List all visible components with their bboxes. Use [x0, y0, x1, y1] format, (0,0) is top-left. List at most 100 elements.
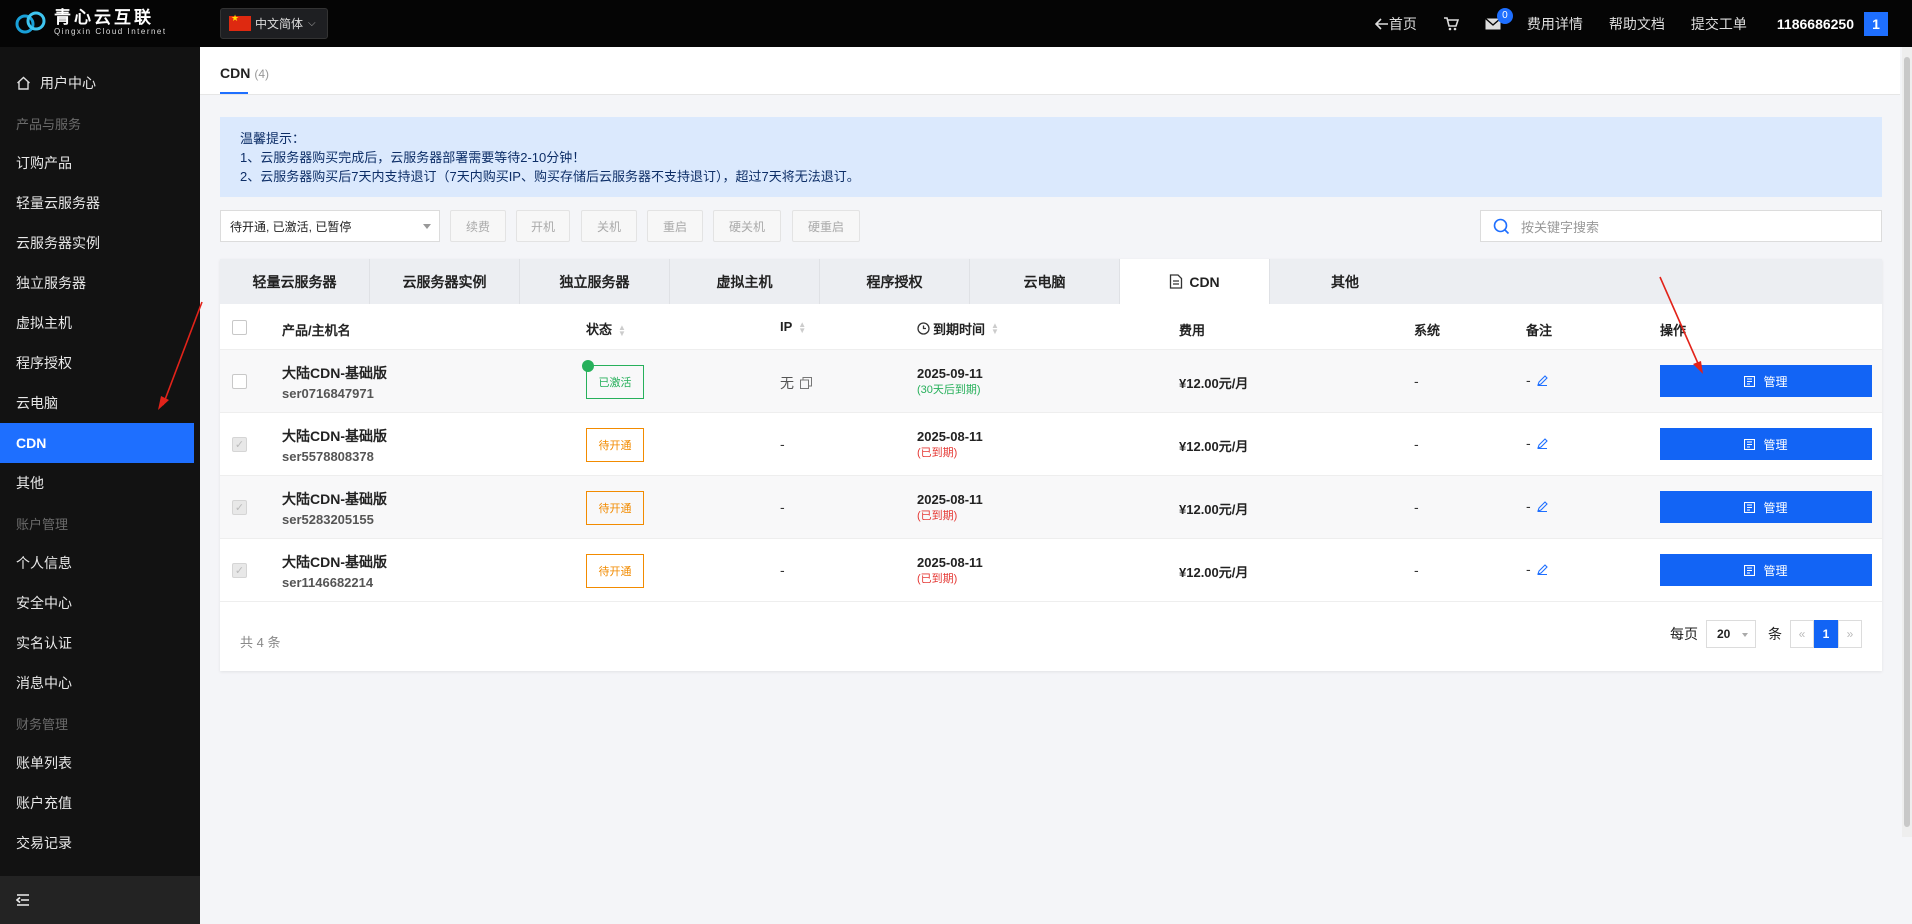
edit-icon[interactable]: [1536, 437, 1548, 449]
sidebar-item-transactions[interactable]: 交易记录: [0, 823, 200, 863]
logo[interactable]: 青心云互联 Qingxin Cloud Internet: [14, 8, 167, 38]
sidebar-item-user-center[interactable]: 用户中心: [0, 63, 200, 103]
submit-ticket-link[interactable]: 提交工单: [1691, 14, 1747, 34]
messages-button[interactable]: 0: [1484, 7, 1513, 30]
page-scrollbar[interactable]: [1902, 47, 1912, 837]
tab-cdn-category-label: CDN: [1189, 273, 1220, 290]
tab-cloud-pc[interactable]: 云电脑: [970, 259, 1120, 304]
prev-page-button[interactable]: «: [1790, 620, 1814, 648]
sidebar-item-license[interactable]: 程序授权: [0, 343, 200, 383]
sidebar-item-verification[interactable]: 实名认证: [0, 623, 200, 663]
tab-cloud-instance[interactable]: 云服务器实例: [370, 259, 520, 304]
home-link[interactable]: 首页: [1374, 14, 1417, 34]
column-system: 系统: [1414, 323, 1441, 338]
language-selector[interactable]: 中文简体 ⌵: [220, 8, 328, 39]
per-page-label: 每页: [1670, 626, 1698, 642]
per-page-select[interactable]: 20: [1706, 620, 1756, 648]
power-on-button[interactable]: 开机: [516, 210, 570, 242]
edit-icon[interactable]: [1536, 563, 1548, 575]
tab-dedicated-server[interactable]: 独立服务器: [520, 259, 670, 304]
table-row: 大陆CDN-基础版 ser5283205155 待开通 - 2025-08-11…: [220, 476, 1882, 539]
system-value: -: [1414, 373, 1419, 389]
row-checkbox[interactable]: [232, 500, 247, 515]
manage-button[interactable]: 管理: [1660, 365, 1872, 397]
notice-title: 温馨提示：: [240, 131, 306, 146]
hard-off-button[interactable]: 硬关机: [713, 210, 781, 242]
row-checkbox[interactable]: [232, 563, 247, 578]
sidebar-item-other[interactable]: 其他: [0, 463, 200, 503]
edit-icon[interactable]: [1536, 500, 1548, 512]
sidebar-item-profile[interactable]: 个人信息: [0, 543, 200, 583]
sidebar-item-cloud-instance[interactable]: 云服务器实例: [0, 223, 200, 263]
product-name[interactable]: 大陆CDN-基础版: [282, 489, 387, 509]
sidebar-item-virtual-host[interactable]: 虚拟主机: [0, 303, 200, 343]
renew-button[interactable]: 续费: [450, 210, 506, 242]
sort-icon: ▲ ▼: [991, 320, 999, 336]
next-page-button[interactable]: »: [1838, 620, 1862, 648]
search-input[interactable]: 按关键字搜索: [1480, 210, 1882, 242]
status-filter-value: 待开通, 已激活, 已暂停: [230, 219, 352, 234]
sidebar-item-recharge[interactable]: 账户充值: [0, 783, 200, 823]
fee-detail-link[interactable]: 费用详情: [1527, 14, 1583, 34]
select-all-checkbox[interactable]: [232, 320, 247, 335]
manage-button[interactable]: 管理: [1660, 428, 1872, 460]
category-tabs: 轻量云服务器 云服务器实例 独立服务器 虚拟主机 程序授权 云电脑 CDN 其他: [220, 259, 1882, 304]
column-status[interactable]: 状态 ▲ ▼: [586, 319, 626, 338]
page-number-button[interactable]: 1: [1814, 620, 1838, 648]
cart-icon: [1443, 16, 1459, 31]
sidebar-item-messages[interactable]: 消息中心: [0, 663, 200, 703]
host-name: ser0716847971: [282, 386, 374, 401]
help-docs-link[interactable]: 帮助文档: [1609, 14, 1665, 34]
sidebar-item-security[interactable]: 安全中心: [0, 583, 200, 623]
total-count: 共 4 条: [240, 635, 281, 650]
manage-button[interactable]: 管理: [1660, 491, 1872, 523]
manage-button-label: 管理: [1763, 500, 1788, 515]
remark-value: -: [1526, 435, 1531, 451]
user-avatar[interactable]: 1: [1864, 11, 1888, 36]
sidebar-item-order[interactable]: 订购产品: [0, 143, 200, 183]
tab-license[interactable]: 程序授权: [820, 259, 970, 304]
tab-other[interactable]: 其他: [1270, 259, 1420, 304]
system-value: -: [1414, 562, 1419, 578]
manage-button-label: 管理: [1763, 563, 1788, 578]
column-expire-label: 到期时间: [933, 322, 986, 337]
sidebar-item-bills[interactable]: 账单列表: [0, 743, 200, 783]
expire-note: (30天后到期): [917, 384, 981, 396]
tab-cdn[interactable]: CDN (4): [220, 65, 269, 81]
hard-restart-button[interactable]: 硬重启: [792, 210, 860, 242]
user-account-id[interactable]: 1186686250: [1777, 16, 1854, 32]
tab-virtual-host[interactable]: 虚拟主机: [670, 259, 820, 304]
row-checkbox[interactable]: [232, 374, 247, 389]
power-off-button[interactable]: 关机: [581, 210, 637, 242]
host-name: ser1146682214: [282, 575, 374, 590]
status-filter-select[interactable]: 待开通, 已激活, 已暂停: [220, 210, 440, 242]
tab-cdn-count: (4): [254, 67, 270, 81]
column-ip[interactable]: IP ▲ ▼: [780, 319, 806, 334]
copy-icon[interactable]: [800, 377, 812, 389]
sidebar-item-dedicated-server[interactable]: 独立服务器: [0, 263, 200, 303]
restart-button[interactable]: 重启: [647, 210, 703, 242]
sidebar-item-cloud-pc[interactable]: 云电脑: [0, 383, 200, 423]
sidebar-collapse-button[interactable]: [0, 876, 200, 924]
product-name[interactable]: 大陆CDN-基础版: [282, 552, 387, 572]
row-checkbox[interactable]: [232, 437, 247, 452]
product-name[interactable]: 大陆CDN-基础版: [282, 426, 387, 446]
expire-date: 2025-08-11: [917, 429, 983, 444]
tab-cdn-category[interactable]: CDN: [1120, 259, 1270, 304]
document-icon: [1169, 274, 1183, 289]
manage-button[interactable]: 管理: [1660, 554, 1872, 586]
clock-icon: [917, 322, 930, 335]
manage-icon: [1744, 564, 1756, 576]
scrollbar-thumb[interactable]: [1904, 57, 1910, 827]
edit-icon[interactable]: [1536, 374, 1548, 386]
fee-value: ¥12.00元/月: [1179, 502, 1249, 517]
tab-light-server[interactable]: 轻量云服务器: [220, 259, 370, 304]
product-name[interactable]: 大陆CDN-基础版: [282, 363, 387, 383]
fee-value: ¥12.00元/月: [1179, 565, 1249, 580]
cart-button[interactable]: [1443, 16, 1459, 31]
sidebar-item-cdn[interactable]: CDN: [0, 423, 194, 463]
sidebar-item-light-server[interactable]: 轻量云服务器: [0, 183, 200, 223]
ip-value: -: [780, 436, 785, 452]
column-remark: 备注: [1526, 323, 1553, 338]
column-expire[interactable]: 到期时间 ▲ ▼: [917, 319, 999, 338]
